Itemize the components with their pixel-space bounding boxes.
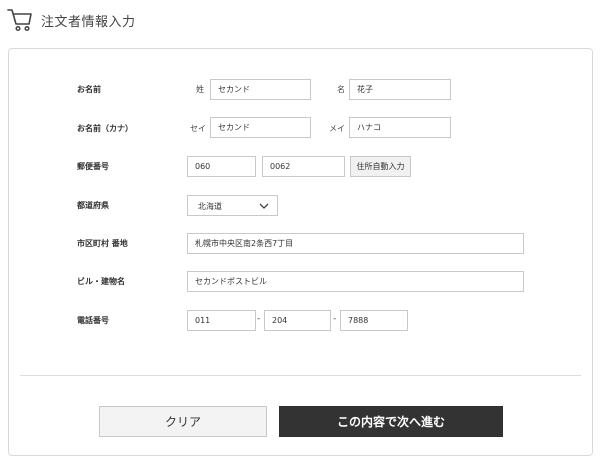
phone-part1-input[interactable] (187, 310, 256, 331)
cart-icon (7, 9, 32, 32)
postal-code-label: 郵便番号 (77, 162, 109, 171)
name-label: お名前 (77, 85, 101, 94)
phone-part3-input[interactable] (340, 310, 408, 331)
prefecture-label: 都道府県 (77, 201, 109, 210)
first-name-input[interactable] (349, 79, 451, 100)
phone-label: 電話番号 (77, 316, 109, 325)
first-name-label: 名 (337, 85, 345, 94)
phone-separator: - (257, 314, 261, 324)
postal-code-part1-input[interactable] (187, 156, 256, 177)
phone-part2-input[interactable] (264, 310, 331, 331)
last-name-label: 姓 (196, 85, 204, 94)
auto-address-button[interactable]: 住所自動入力 (350, 156, 411, 177)
clear-button[interactable]: クリア (99, 406, 267, 437)
last-kana-input[interactable] (210, 117, 311, 138)
last-kana-label: セイ (190, 124, 206, 133)
page-title: 注文者情報入力 (41, 15, 136, 30)
prefecture-selected-value: 北海道 (198, 202, 222, 211)
city-address-label: 市区町村 番地 (77, 239, 128, 248)
first-kana-label: メイ (329, 124, 345, 133)
chevron-down-icon (259, 203, 269, 209)
city-address-input[interactable] (187, 233, 524, 254)
first-kana-input[interactable] (349, 117, 451, 138)
phone-separator: - (333, 314, 337, 324)
next-button[interactable]: この内容で次へ進む (279, 406, 503, 437)
last-name-input[interactable] (210, 79, 311, 100)
page-header: 注文者情報入力 (0, 0, 600, 40)
prefecture-select[interactable]: 北海道 (187, 195, 278, 216)
kana-name-label: お名前（カナ） (77, 124, 133, 133)
building-input[interactable] (187, 271, 524, 292)
divider (20, 375, 581, 376)
building-label: ビル・建物名 (77, 277, 125, 286)
postal-code-part2-input[interactable] (262, 156, 345, 177)
